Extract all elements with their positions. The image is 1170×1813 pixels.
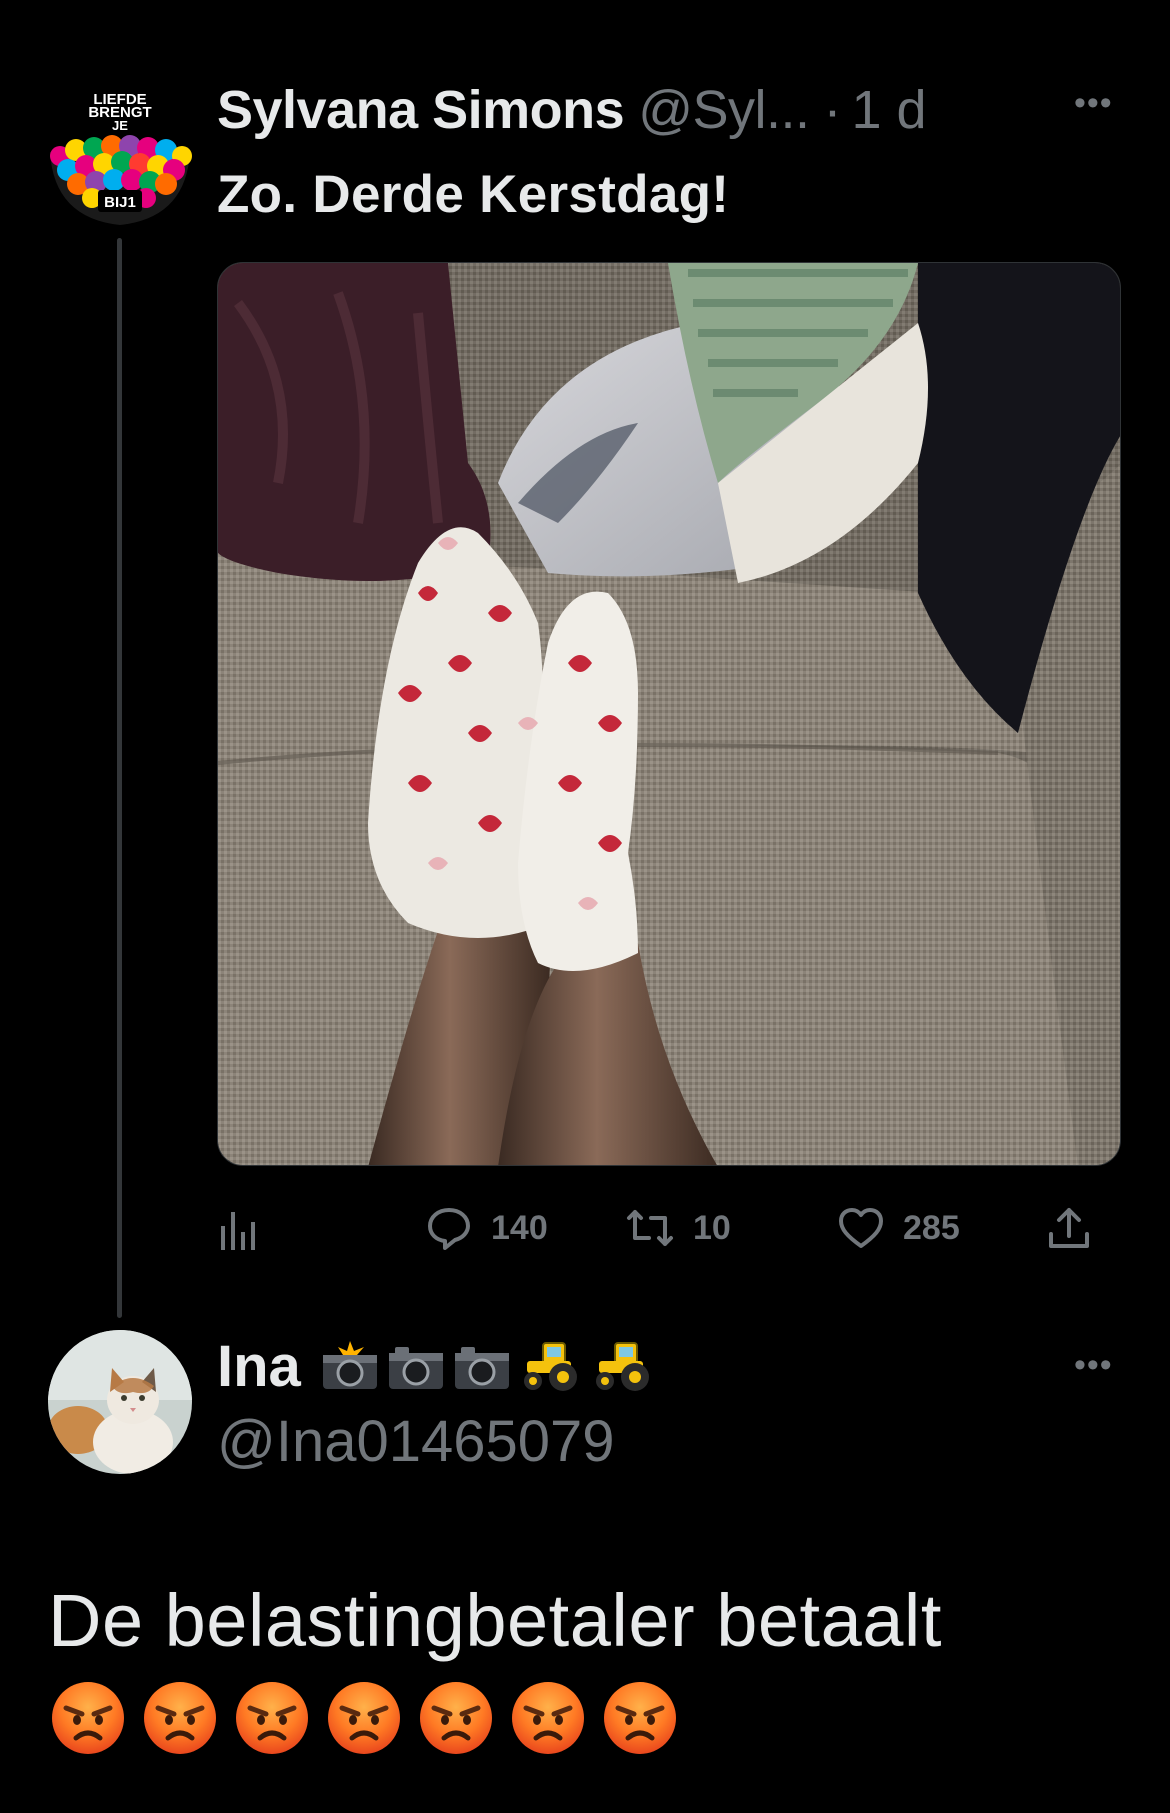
reply-button[interactable]: 140 <box>425 1200 548 1256</box>
author-name[interactable]: Sylvana Simons <box>217 79 625 141</box>
separator-dot: · <box>823 80 842 140</box>
angry-face-emoji <box>602 1680 678 1761</box>
tweet-photo[interactable] <box>217 262 1121 1166</box>
thread-line <box>117 238 122 1318</box>
angry-face-emoji <box>142 1680 218 1761</box>
reply-name-row: Ina <box>217 1330 655 1402</box>
tweet-text: Zo. Derde Kerstdag! <box>217 165 730 224</box>
tweet-actions: 140 10 285 <box>217 1200 1097 1256</box>
author-avatar[interactable]: LIEFDE BRENGT JE BIJ1 <box>46 90 194 230</box>
avatar-text-line3: JE <box>112 118 128 133</box>
like-icon <box>839 1208 883 1248</box>
like-count: 285 <box>903 1208 960 1247</box>
tractor-emoji <box>595 1342 649 1391</box>
reply-avatar[interactable] <box>48 1330 192 1474</box>
reply-count: 140 <box>491 1208 548 1247</box>
more-icon[interactable]: ••• <box>1074 1348 1113 1382</box>
tweet-header: Sylvana Simons @Syl... · 1 d <box>217 78 927 142</box>
angry-face-emoji <box>326 1680 402 1761</box>
angry-face-emoji <box>50 1680 126 1761</box>
tweet-time[interactable]: 1 d <box>852 79 927 141</box>
share-icon <box>1049 1208 1089 1248</box>
camera-emoji <box>388 1347 443 1389</box>
camera-emoji <box>454 1347 509 1389</box>
reply-text: De belastingbetaler betaalt <box>48 1579 942 1662</box>
name-emojis <box>321 1339 655 1393</box>
retweet-count: 10 <box>693 1208 731 1247</box>
retweet-icon <box>627 1210 673 1246</box>
angry-face-emoji <box>418 1680 494 1761</box>
share-button[interactable] <box>1045 1200 1093 1256</box>
retweet-button[interactable]: 10 <box>625 1200 731 1256</box>
reply-author-name[interactable]: Ina <box>217 1333 301 1400</box>
tractor-emoji <box>523 1342 577 1391</box>
reply-icon <box>428 1208 470 1250</box>
angry-face-emoji <box>234 1680 310 1761</box>
author-handle[interactable]: @Syl... <box>638 79 810 141</box>
camera-flash-emoji <box>322 1341 377 1389</box>
more-icon[interactable]: ••• <box>1074 86 1113 120</box>
avatar-text-bij1: BIJ1 <box>104 194 136 211</box>
views-icon <box>221 1212 255 1250</box>
reply-author-handle[interactable]: @Ina01465079 <box>217 1408 615 1475</box>
angry-face-emoji <box>510 1680 586 1761</box>
angry-emoji-row <box>50 1680 678 1761</box>
views-button[interactable] <box>217 1200 261 1256</box>
like-button[interactable]: 285 <box>837 1200 960 1256</box>
